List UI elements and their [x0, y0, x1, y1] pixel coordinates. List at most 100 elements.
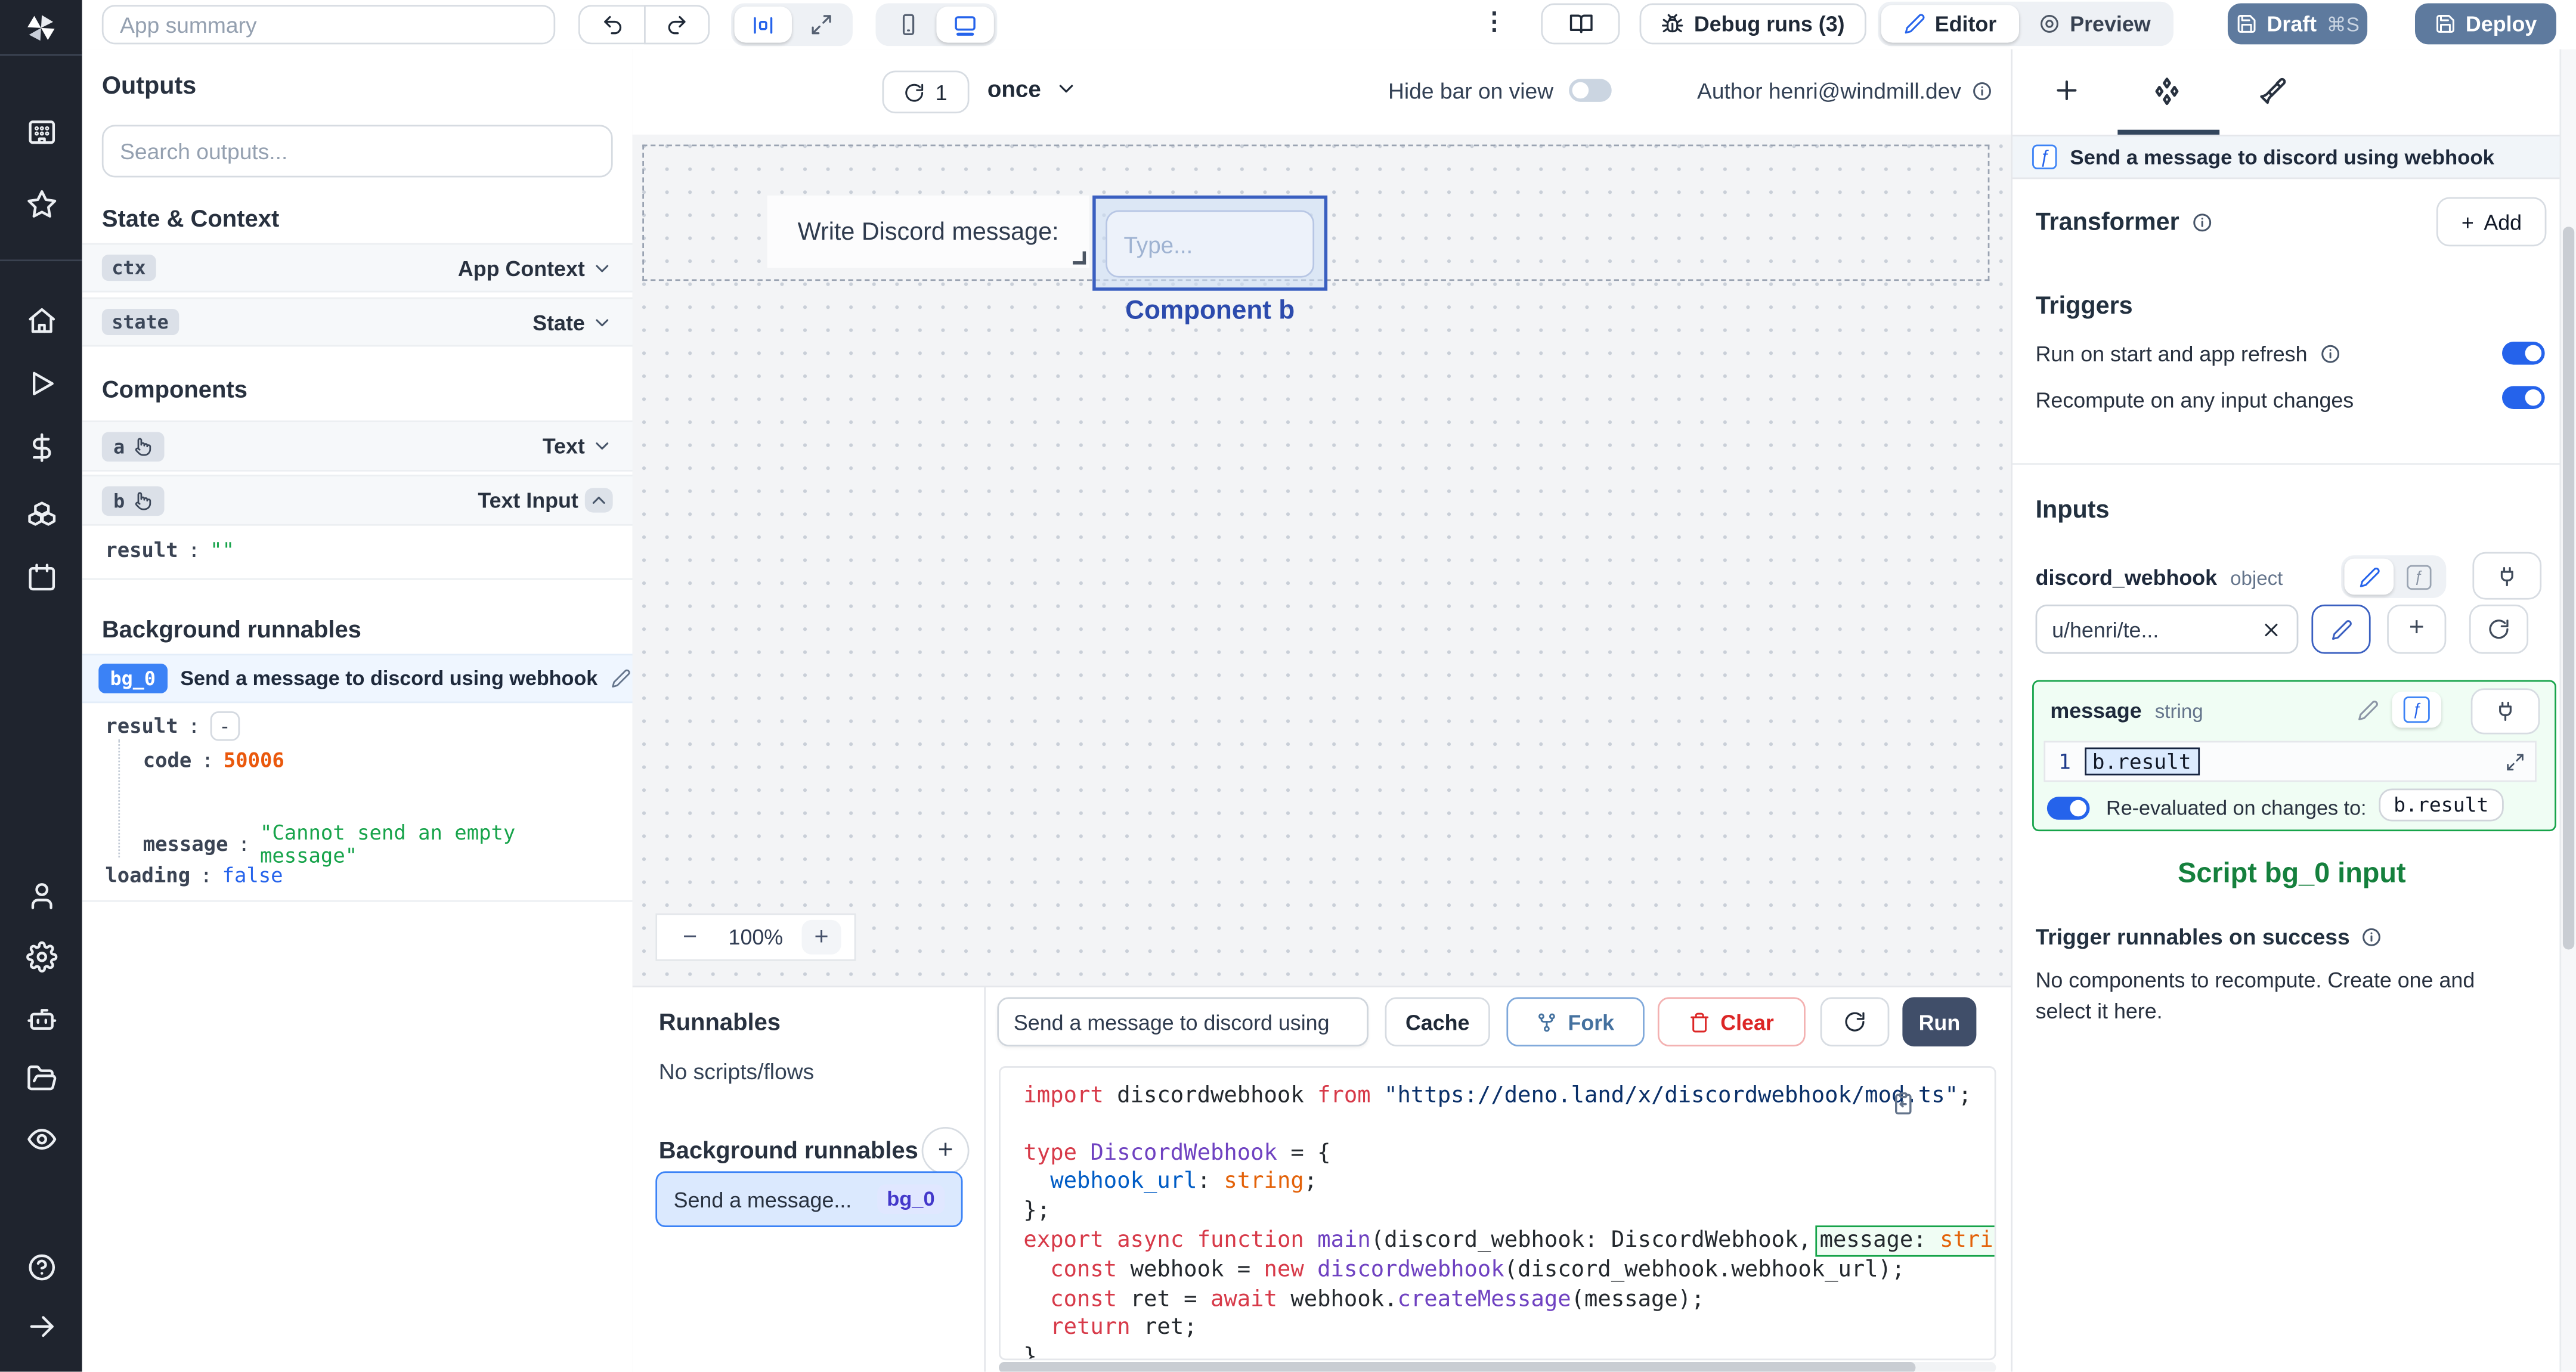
expand-rail-arrow-icon[interactable]: [0, 1311, 82, 1342]
audit-eye-icon[interactable]: [0, 1123, 82, 1154]
rail-divider: [0, 54, 82, 56]
edit-pencil-icon[interactable]: [611, 668, 630, 688]
schedules-calendar-icon[interactable]: [0, 562, 82, 593]
tab-editor[interactable]: Editor: [1881, 5, 2020, 43]
deploy-button[interactable]: Deploy: [2414, 3, 2556, 45]
chevron-up-icon[interactable]: [584, 488, 613, 513]
on-success-body: No components to recompute. Create one a…: [2035, 967, 2475, 1023]
user-icon[interactable]: [0, 881, 82, 912]
expand-editor-icon[interactable]: [2506, 751, 2525, 771]
insert-plus-tab-icon[interactable]: [2052, 76, 2082, 106]
add-background-runnable-button[interactable]: +: [921, 1126, 970, 1175]
refresh-resource-button[interactable]: [2469, 604, 2529, 654]
component-a-row[interactable]: a Text: [82, 420, 633, 472]
refresh-mode-dropdown[interactable]: once: [987, 76, 1078, 102]
debug-runs-button[interactable]: Debug runs (3): [1639, 3, 1866, 45]
zoom-in-button[interactable]: +: [801, 919, 841, 955]
add-resource-button[interactable]: +: [2387, 604, 2447, 654]
eval-function-icon[interactable]: ƒ: [2394, 559, 2443, 595]
collapse-button[interactable]: -: [210, 711, 240, 741]
redo-button[interactable]: [643, 5, 710, 45]
docs-book-button[interactable]: [1541, 3, 1620, 45]
info-icon[interactable]: [2319, 343, 2340, 365]
reeval-label: Re-evaluated on changes to:: [2106, 797, 2367, 820]
run-on-start-toggle[interactable]: [2502, 342, 2545, 365]
panel-scrollbar[interactable]: [2559, 49, 2576, 1372]
variables-dollar-icon[interactable]: [0, 432, 82, 463]
chevron-down-icon[interactable]: [592, 257, 613, 278]
info-icon[interactable]: [2191, 212, 2212, 233]
chevron-down-icon[interactable]: [592, 311, 613, 333]
reeval-target-chip[interactable]: b.result: [2379, 788, 2504, 822]
ctx-row[interactable]: ctx App Context: [82, 243, 633, 293]
resources-boxes-icon[interactable]: [0, 498, 82, 529]
debug-runs-label: Debug runs (3): [1693, 11, 1845, 36]
edit-resource-pencil-button[interactable]: [2311, 604, 2371, 654]
favorites-star-icon[interactable]: [0, 189, 82, 220]
canvas-header: 1 once Hide bar on view Author henri@win…: [632, 49, 2011, 137]
home-icon[interactable]: [0, 305, 82, 336]
clear-button[interactable]: Clear: [1657, 997, 1806, 1046]
add-transformer-button[interactable]: + Add: [2436, 197, 2547, 247]
connect-plug-icon[interactable]: [2470, 688, 2540, 735]
script-toolbar: Cache Fork Clear Run: [986, 987, 2011, 1060]
text-component-a[interactable]: Write Discord message:: [767, 195, 1089, 268]
recompute-toggle[interactable]: [2502, 386, 2545, 410]
center-align-icon[interactable]: [734, 7, 792, 43]
script-name-input[interactable]: [997, 997, 1368, 1046]
clear-x-icon[interactable]: [2261, 618, 2282, 640]
refresh-script-button[interactable]: [1820, 997, 1890, 1046]
windmill-logo[interactable]: [0, 10, 82, 47]
kebab-menu-icon[interactable]: ⋮: [1482, 7, 1508, 36]
left-nav-rail: [0, 0, 82, 1372]
workers-robot-icon[interactable]: [0, 1004, 82, 1035]
undo-button[interactable]: [578, 5, 644, 45]
chevron-down-icon[interactable]: [592, 435, 613, 457]
styling-brush-tab-icon[interactable]: [2259, 76, 2289, 106]
folders-icon[interactable]: [0, 1063, 82, 1094]
text-input-component[interactable]: [1106, 210, 1315, 278]
app-canvas[interactable]: Write Discord message: Component b − 100…: [632, 134, 2011, 986]
code-horizontal-scrollbar[interactable]: [999, 1361, 1996, 1372]
bg0-card-title: Send a message...: [673, 1187, 852, 1212]
mobile-icon[interactable]: [879, 7, 936, 43]
reeval-toggle[interactable]: [2046, 797, 2090, 820]
run-button[interactable]: Run: [1902, 997, 1977, 1046]
refresh-count-button[interactable]: 1: [882, 70, 970, 114]
tab-preview[interactable]: Preview: [2019, 5, 2170, 42]
eval-function-icon[interactable]: ƒ: [2392, 691, 2442, 728]
components-tab-icon[interactable]: [2150, 76, 2183, 109]
fork-button[interactable]: Fork: [1506, 997, 1645, 1046]
state-row[interactable]: state State: [82, 297, 633, 347]
runs-play-icon[interactable]: [0, 368, 82, 399]
bg0-runnable-card[interactable]: Send a message... bg_0: [655, 1171, 963, 1228]
cache-button[interactable]: Cache: [1385, 997, 1490, 1046]
search-outputs-input[interactable]: [101, 125, 613, 178]
selected-component-b[interactable]: [1092, 195, 1328, 291]
desktop-icon[interactable]: [936, 7, 994, 43]
settings-gear-icon[interactable]: [0, 941, 82, 973]
bg0-row[interactable]: bg_0 Send a message to discord using web…: [82, 654, 633, 704]
deploy-label: Deploy: [2465, 11, 2537, 36]
state-type-label: State: [532, 309, 585, 335]
static-pencil-icon[interactable]: [2343, 692, 2392, 728]
hide-bar-label: Hide bar on view: [1388, 79, 1554, 104]
connect-plug-icon[interactable]: [2472, 552, 2542, 600]
expression-editor[interactable]: 1 b.result: [2044, 741, 2537, 782]
hide-bar-toggle[interactable]: [1569, 79, 1612, 102]
help-icon[interactable]: [0, 1252, 82, 1283]
background-runnables-header: Background runnables: [659, 1138, 943, 1165]
component-b-row[interactable]: b Text Input: [82, 475, 633, 526]
zoom-out-button[interactable]: −: [670, 920, 710, 955]
code-editor[interactable]: import discordwebhook from "https://deno…: [999, 1066, 1996, 1361]
static-pencil-icon[interactable]: [2344, 558, 2394, 595]
info-icon[interactable]: [1971, 80, 1993, 102]
apps-icon[interactable]: [0, 117, 82, 148]
selected-runnable-header[interactable]: ƒ Send a message to discord using webhoo…: [2012, 134, 2563, 179]
copy-code-icon[interactable]: [1891, 1091, 1915, 1115]
app-summary-input[interactable]: [101, 5, 556, 45]
info-icon[interactable]: [2361, 927, 2383, 948]
draft-button[interactable]: Draft ⌘S: [2227, 3, 2368, 45]
fullscreen-icon[interactable]: [792, 7, 849, 43]
resource-select[interactable]: u/henri/te...: [2035, 604, 2299, 654]
